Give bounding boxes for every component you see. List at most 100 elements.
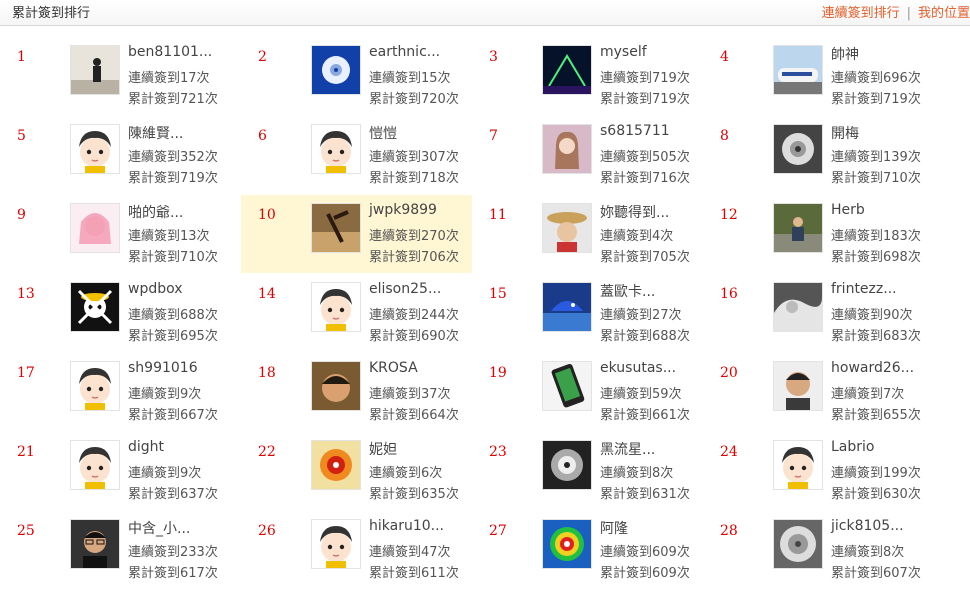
username-link[interactable]: s6815711 xyxy=(600,123,670,139)
smartphone-icon[interactable] xyxy=(542,361,592,411)
consecutive-checkin-count: 連續簽到4次 xyxy=(600,229,674,244)
man-portrait-icon[interactable] xyxy=(773,361,823,411)
username-link[interactable]: hikaru10... xyxy=(369,518,444,534)
username-link[interactable]: sh991016 xyxy=(128,360,198,376)
consecutive-checkin-count: 連續簽到505次 xyxy=(600,150,690,165)
username-link[interactable]: earthnic... xyxy=(369,44,440,60)
anime-girl-icon[interactable] xyxy=(70,203,120,253)
rank-number: 25 xyxy=(17,523,35,539)
rank-number: 12 xyxy=(720,207,738,223)
hurricane-icon[interactable] xyxy=(773,519,823,569)
portrait-woman-icon[interactable] xyxy=(542,124,592,174)
username-link[interactable]: frintezz... xyxy=(831,281,897,297)
ranking-item: 1 ben81101... 連續簽到17次 累計簽到721次 xyxy=(0,37,231,115)
typhoon-heatmap-icon[interactable] xyxy=(311,440,361,490)
total-checkin-count: 累計簽到710次 xyxy=(831,171,921,186)
username-link[interactable]: howard26... xyxy=(831,360,914,376)
ranking-item: 13 wpdbox 連續簽到688次 累計簽到695次 xyxy=(0,274,231,352)
ranking-item: 14 elison25... 連續簽到244次 累計簽到690次 xyxy=(241,274,472,352)
consecutive-checkin-count: 連續簽到183次 xyxy=(831,229,921,244)
username-link[interactable]: 陳維賢... xyxy=(128,123,183,143)
rank-number: 2 xyxy=(258,49,267,65)
username-link[interactable]: Herb xyxy=(831,202,865,218)
username-link[interactable]: 黑流星... xyxy=(600,439,655,459)
username-link[interactable]: 中含_小... xyxy=(128,518,190,538)
rank-number: 26 xyxy=(258,523,276,539)
boy-face-icon[interactable] xyxy=(311,361,361,411)
username-link[interactable]: wpdbox xyxy=(128,281,183,297)
train-icon[interactable] xyxy=(773,45,823,95)
username-link[interactable]: 愷愷 xyxy=(369,123,397,143)
sea-creature-icon[interactable] xyxy=(542,282,592,332)
total-checkin-count: 累計簽到655次 xyxy=(831,408,921,423)
username-link[interactable]: 妳聽得到... xyxy=(600,202,669,222)
total-checkin-count: 累計簽到719次 xyxy=(600,92,690,107)
silhouette-icon[interactable] xyxy=(70,45,120,95)
rank-number: 27 xyxy=(489,523,507,539)
rank-number: 9 xyxy=(17,207,26,223)
man-sitting-icon[interactable] xyxy=(773,203,823,253)
default-avatar-icon[interactable] xyxy=(70,124,120,174)
ranking-item: 28 jick8105... 連續簽到8次 累計簽到607次 xyxy=(703,511,934,589)
consecutive-checkin-count: 連續簽到688次 xyxy=(128,308,218,323)
typhoon-satellite-icon[interactable] xyxy=(311,45,361,95)
default-avatar-icon[interactable] xyxy=(70,440,120,490)
rank-number: 4 xyxy=(720,49,729,65)
cloud-satellite-icon[interactable] xyxy=(773,282,823,332)
ranking-item: 17 sh991016 連續簽到9次 累計簽到667次 xyxy=(0,353,231,431)
glasses-boy-icon[interactable] xyxy=(70,519,120,569)
total-checkin-count: 累計簽到721次 xyxy=(128,92,218,107)
rank-number: 5 xyxy=(17,128,26,144)
ranking-item: 9 啪的爺... 連續簽到13次 累計簽到710次 xyxy=(0,195,231,273)
default-avatar-icon[interactable] xyxy=(311,282,361,332)
consecutive-checkin-count: 連續簽到244次 xyxy=(369,308,459,323)
consecutive-checkin-count: 連續簽到9次 xyxy=(128,387,202,402)
my-position-link[interactable]: 我的位置 xyxy=(918,6,970,21)
username-link[interactable]: ben81101... xyxy=(128,44,212,60)
ranking-item: 2 earthnic... 連續簽到15次 累計簽到720次 xyxy=(241,37,472,115)
rank-number: 11 xyxy=(489,207,507,223)
total-checkin-count: 累計簽到718次 xyxy=(369,171,459,186)
username-link[interactable]: 妮妲 xyxy=(369,439,397,459)
warrior-art-icon[interactable] xyxy=(311,203,361,253)
total-checkin-count: 累計簽到637次 xyxy=(128,487,218,502)
typhoon-gray-icon[interactable] xyxy=(773,124,823,174)
username-link[interactable]: 開梅 xyxy=(831,123,859,143)
username-link[interactable]: Labrio xyxy=(831,439,874,455)
username-link[interactable]: 啪的爺... xyxy=(128,202,183,222)
consecutive-ranking-link[interactable]: 連續簽到排行 xyxy=(822,6,900,21)
consecutive-checkin-count: 連續簽到47次 xyxy=(369,545,451,560)
total-checkin-count: 累計簽到720次 xyxy=(369,92,459,107)
ranking-item: 10 jwpk9899 連續簽到270次 累計簽到706次 xyxy=(241,195,472,273)
rank-number: 8 xyxy=(720,128,729,144)
radar-storm-icon[interactable] xyxy=(542,519,592,569)
consecutive-checkin-count: 連續簽到37次 xyxy=(369,387,451,402)
username-link[interactable]: elison25... xyxy=(369,281,441,297)
consecutive-checkin-count: 連續簽到9次 xyxy=(128,466,202,481)
rank-number: 22 xyxy=(258,444,276,460)
pirate-skull-icon[interactable] xyxy=(70,282,120,332)
total-checkin-count: 累計簽到716次 xyxy=(600,171,690,186)
username-link[interactable]: ekusutas... xyxy=(600,360,676,376)
total-checkin-count: 累計簽到688次 xyxy=(600,329,690,344)
typhoon-bw-icon[interactable] xyxy=(542,440,592,490)
default-avatar-icon[interactable] xyxy=(70,361,120,411)
default-avatar-icon[interactable] xyxy=(311,124,361,174)
straw-hat-icon[interactable] xyxy=(542,203,592,253)
default-avatar-icon[interactable] xyxy=(311,519,361,569)
consecutive-checkin-count: 連續簽到90次 xyxy=(831,308,913,323)
ranking-item: 21 dight 連續簽到9次 累計簽到637次 xyxy=(0,432,231,510)
total-checkin-count: 累計簽到698次 xyxy=(831,250,921,265)
rank-number: 20 xyxy=(720,365,738,381)
username-link[interactable]: jwpk9899 xyxy=(369,202,437,218)
username-link[interactable]: jick8105... xyxy=(831,518,904,534)
night-bridge-icon[interactable] xyxy=(542,45,592,95)
username-link[interactable]: 蓋歐卡... xyxy=(600,281,655,301)
username-link[interactable]: 阿隆 xyxy=(600,518,628,538)
default-avatar-icon[interactable] xyxy=(773,440,823,490)
ranking-item: 7 s6815711 連續簽到505次 累計簽到716次 xyxy=(472,116,703,194)
username-link[interactable]: myself xyxy=(600,44,647,60)
username-link[interactable]: KROSA xyxy=(369,360,418,376)
username-link[interactable]: dight xyxy=(128,439,164,455)
username-link[interactable]: 帥神 xyxy=(831,44,859,64)
